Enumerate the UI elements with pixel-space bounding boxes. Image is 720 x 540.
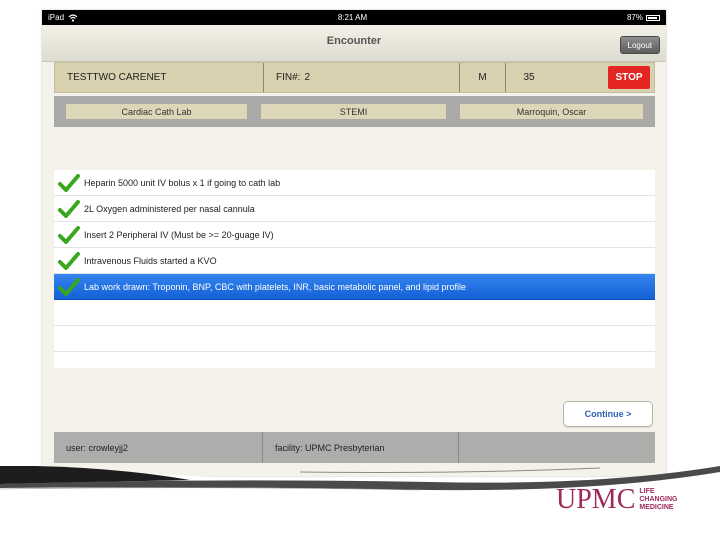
checklist: Heparin 5000 unit IV bolus x 1 if going … — [54, 170, 655, 368]
nav-bar: Encounter Logout — [42, 25, 666, 62]
empty-row — [54, 326, 655, 352]
checklist-item-label: Lab work drawn: Troponin, BNP, CBC with … — [84, 281, 467, 292]
tagline-line: MEDICINE — [639, 504, 674, 511]
device-label: iPad — [48, 13, 65, 22]
patient-age: 35 — [523, 72, 535, 83]
patient-name: TESTTWO CARENET — [55, 63, 264, 92]
fin-label: FIN#: — [276, 72, 301, 83]
empty-row — [54, 300, 655, 326]
checklist-item-label: Heparin 5000 unit IV bolus x 1 if going … — [84, 177, 281, 188]
empty-row — [54, 352, 655, 368]
checkmark-icon — [58, 225, 80, 244]
checklist-item-peripheral-iv[interactable]: Insert 2 Peripheral IV (Must be >= 20-gu… — [54, 222, 655, 248]
checklist-item-label: Intravenous Fluids started a KVO — [84, 255, 217, 266]
continue-button[interactable]: Continue > — [563, 401, 653, 427]
page-title: Encounter — [326, 35, 382, 47]
ipad-screen: iPad 8:21 AM 87% Encounter Logout TESTTW… — [42, 10, 666, 476]
battery-percent: 87% — [626, 13, 643, 22]
location-field: Cardiac Cath Lab — [66, 104, 247, 119]
checkmark-icon — [58, 251, 80, 270]
checkmark-icon — [58, 199, 80, 218]
context-bar: Cardiac Cath Lab STEMI Marroquin, Oscar — [54, 96, 655, 127]
patient-banner: TESTTWO CARENET FIN#: 2 M 35 STOP — [54, 62, 655, 93]
logout-button[interactable]: Logout — [619, 36, 660, 54]
patient-fin: FIN#: 2 — [264, 63, 460, 92]
stop-button[interactable]: STOP — [608, 66, 650, 89]
checkmark-icon — [58, 173, 80, 192]
fin-value: 2 — [304, 72, 311, 83]
logo-brand: UPMC — [556, 484, 636, 515]
checklist-item-heparin[interactable]: Heparin 5000 unit IV bolus x 1 if going … — [54, 170, 655, 196]
checklist-item-label: 2L Oxygen administered per nasal cannula — [84, 203, 255, 214]
protocol-field: STEMI — [261, 104, 446, 119]
status-time: 8:21 AM — [337, 13, 368, 22]
physician-field: Marroquin, Oscar — [460, 104, 643, 119]
checklist-item-label: Insert 2 Peripheral IV (Must be >= 20-gu… — [84, 229, 274, 240]
wifi-icon — [68, 13, 78, 22]
upmc-logo: UPMC LIFE CHANGING MEDICINE — [556, 484, 678, 516]
battery-icon — [645, 14, 660, 21]
checkmark-icon — [58, 277, 80, 296]
tagline-line: LIFE — [639, 488, 655, 495]
patient-sex: M — [460, 63, 506, 92]
status-bar: iPad 8:21 AM 87% — [42, 10, 666, 25]
checklist-item-oxygen[interactable]: 2L Oxygen administered per nasal cannula — [54, 196, 655, 222]
logo-tagline: LIFE CHANGING MEDICINE — [639, 488, 677, 512]
tagline-line: CHANGING — [639, 496, 678, 503]
checklist-item-iv-fluids[interactable]: Intravenous Fluids started a KVO — [54, 248, 655, 274]
checklist-item-lab-work[interactable]: Lab work drawn: Troponin, BNP, CBC with … — [54, 274, 655, 300]
